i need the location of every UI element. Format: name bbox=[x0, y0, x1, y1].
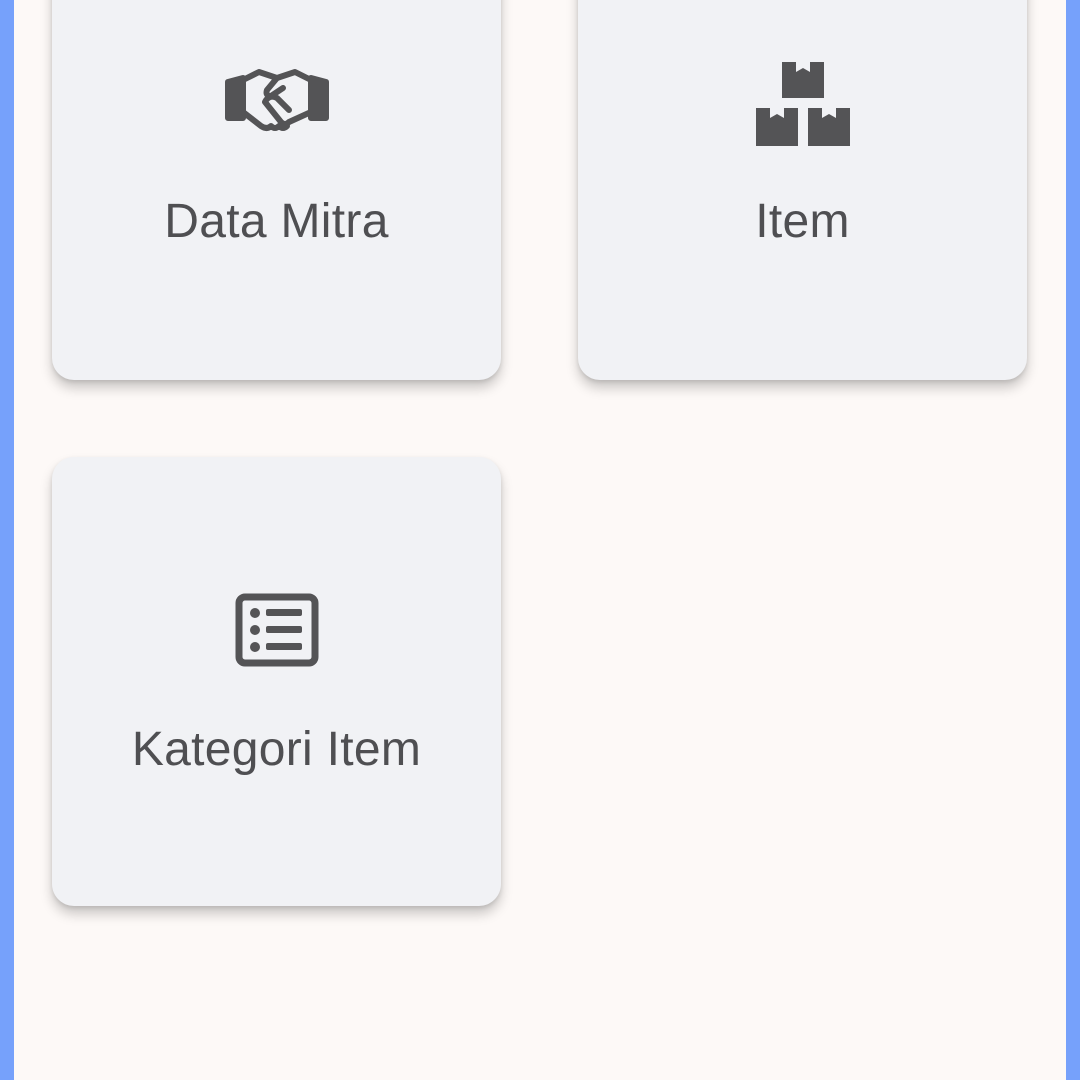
screen: Data Mitra Item Kategori Item bbox=[14, 0, 1066, 1080]
card-label: Data Mitra bbox=[164, 195, 389, 248]
list-icon bbox=[235, 593, 318, 667]
card-label: Kategori Item bbox=[131, 723, 422, 776]
menu-card-kategori-item[interactable]: Kategori Item bbox=[52, 457, 501, 906]
boxes-icon bbox=[755, 62, 850, 146]
menu-card-data-mitra[interactable]: Data Mitra bbox=[52, 0, 501, 380]
menu-card-item[interactable]: Item bbox=[578, 0, 1027, 380]
handshake-icon bbox=[224, 69, 329, 131]
card-label: Item bbox=[755, 195, 850, 248]
